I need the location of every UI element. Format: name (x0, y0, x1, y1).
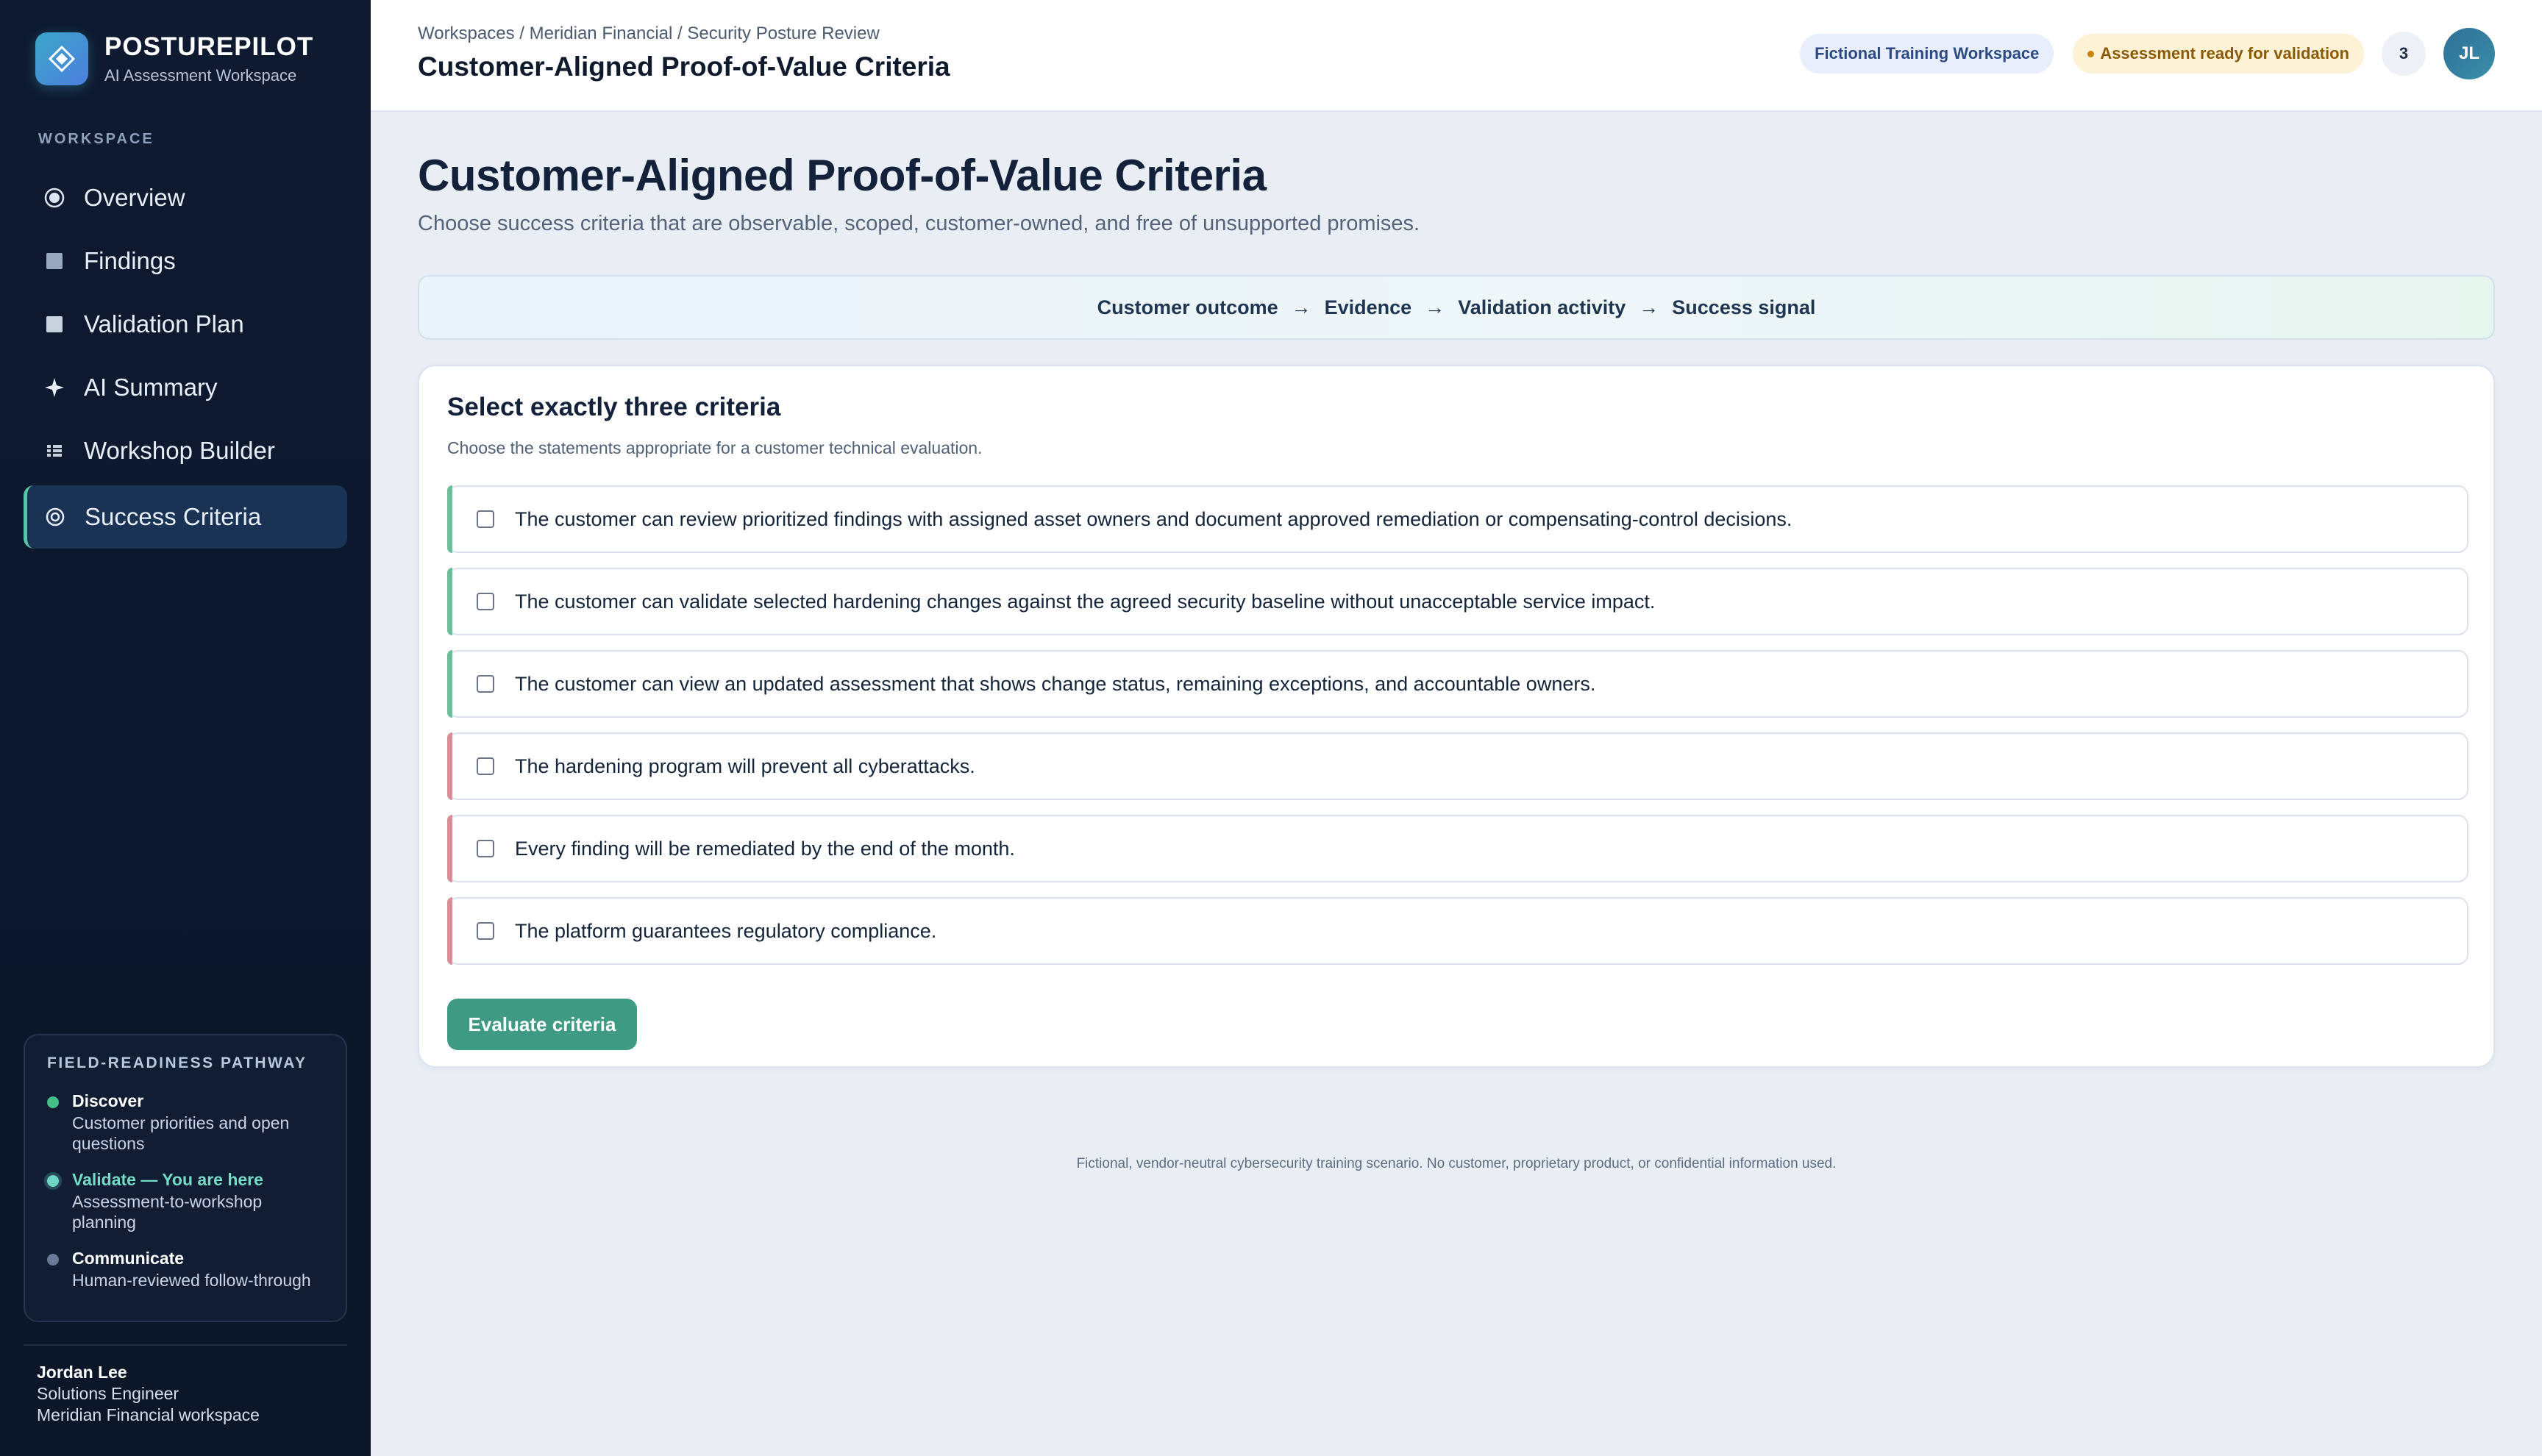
criteria-option-label: The customer can review prioritized find… (515, 507, 1792, 530)
checkbox[interactable] (477, 922, 494, 940)
sidebar-item-label: AI Summary (84, 374, 218, 401)
pathway-step-validate: Validate — You are here Assessment-to-wo… (47, 1170, 324, 1232)
checkbox[interactable] (477, 675, 494, 693)
sidebar-item-label: Findings (84, 247, 176, 274)
step-title: Validate — You are here (72, 1170, 263, 1189)
criteria-flow-banner: Customer outcome → Evidence → Validation… (418, 275, 2495, 340)
arrow-right-icon: → (1425, 296, 1445, 318)
criteria-option[interactable]: The customer can review prioritized find… (447, 485, 2468, 553)
status-badge[interactable]: Assessment ready for validation (2073, 34, 2364, 74)
page-title: Customer-Aligned Proof-of-Value Criteria (418, 151, 1267, 200)
target-icon (42, 504, 68, 530)
breadcrumb[interactable]: Workspaces / Meridian Financial / Securi… (418, 24, 880, 44)
flow-step: Customer outcome (1097, 296, 1278, 318)
checkbox[interactable] (477, 840, 494, 857)
criteria-option-label: The customer can validate selected harde… (515, 590, 1656, 613)
sparkle-icon (41, 374, 68, 401)
sidebar-item-label: Overview (84, 184, 185, 211)
criteria-option-label: Every finding will be remediated by the … (515, 837, 1015, 860)
arrow-right-icon: → (1291, 296, 1311, 318)
page-subtitle: Choose success criteria that are observa… (418, 212, 1420, 235)
criteria-option[interactable]: The customer can view an updated assessm… (447, 650, 2468, 718)
workspace-chip[interactable]: Fictional Training Workspace (1800, 34, 2054, 74)
criteria-card: Select exactly three criteria Choose the… (418, 365, 2495, 1068)
arrow-right-icon: → (1639, 296, 1659, 318)
pathway-step-discover: Discover Customer priorities and open qu… (47, 1091, 324, 1154)
top-bar: Workspaces / Meridian Financial / Securi… (371, 0, 2542, 112)
sidebar-item-overview[interactable]: Overview (24, 166, 347, 229)
checkbox[interactable] (477, 757, 494, 775)
divider (24, 1344, 347, 1346)
user-workspace: Meridian Financial workspace (37, 1405, 260, 1424)
step-complete-dot (47, 1096, 59, 1108)
pathway-title: FIELD-READINESS PATHWAY (47, 1054, 307, 1071)
square-icon (41, 248, 68, 274)
flow-step: Evidence (1324, 296, 1412, 318)
brand-subtitle: AI Assessment Workspace (104, 66, 297, 85)
checkbox[interactable] (477, 593, 494, 610)
criteria-option[interactable]: The customer can validate selected harde… (447, 568, 2468, 635)
checkbox[interactable] (477, 510, 494, 528)
criteria-option-label: The customer can view an updated assessm… (515, 672, 1596, 695)
step-description: Human-reviewed follow-through (72, 1271, 311, 1290)
status-dot-icon (2087, 50, 2095, 57)
card-subtitle: Choose the statements appropriate for a … (447, 438, 983, 457)
step-description: Customer priorities and open questions (72, 1113, 290, 1153)
criteria-option[interactable]: Every finding will be remediated by the … (447, 815, 2468, 882)
sidebar-nav: Overview Findings Validation Plan AI Sum… (24, 166, 347, 549)
flow-step: Validation activity (1458, 296, 1626, 318)
pathway-step-communicate: Communicate Human-reviewed follow-throug… (47, 1249, 324, 1291)
step-title: Communicate (72, 1249, 185, 1268)
brand[interactable]: POSTUREPILOT AI Assessment Workspace (35, 32, 313, 85)
flow-step: Success signal (1672, 296, 1816, 318)
step-current-dot (47, 1175, 59, 1187)
evaluate-criteria-button[interactable]: Evaluate criteria (447, 999, 637, 1050)
sidebar-item-ai-summary[interactable]: AI Summary (24, 356, 347, 419)
user-role: Solutions Engineer (37, 1384, 179, 1403)
header-title: Customer-Aligned Proof-of-Value Criteria (418, 51, 950, 82)
footer-disclaimer: Fictional, vendor-neutral cybersecurity … (1076, 1156, 1837, 1171)
logo-icon (35, 32, 88, 85)
avatar[interactable]: JL (2443, 28, 2495, 79)
card-title: Select exactly three criteria (447, 393, 781, 421)
user-profile[interactable]: Jordan Lee Solutions Engineer Meridian F… (37, 1362, 260, 1426)
step-description: Assessment-to-workshop planning (72, 1192, 263, 1232)
status-badge-label: Assessment ready for validation (2100, 44, 2349, 63)
square-icon (41, 311, 68, 338)
notification-count[interactable]: 3 (2382, 32, 2426, 76)
workspace-section-label: WORKSPACE (38, 131, 154, 147)
brand-name: POSTUREPILOT (104, 32, 314, 61)
sidebar-item-workshop-builder[interactable]: Workshop Builder (24, 419, 347, 482)
criteria-option[interactable]: The platform guarantees regulatory compl… (447, 897, 2468, 965)
user-name: Jordan Lee (37, 1363, 127, 1382)
criteria-option-label: The platform guarantees regulatory compl… (515, 919, 937, 942)
sidebar-item-label: Success Criteria (85, 503, 262, 530)
sidebar-item-validation-plan[interactable]: Validation Plan (24, 293, 347, 356)
sidebar: POSTUREPILOT AI Assessment Workspace WOR… (0, 0, 371, 1456)
criteria-option[interactable]: The hardening program will prevent all c… (447, 732, 2468, 800)
criteria-options: The customer can review prioritized find… (447, 485, 2468, 979)
grid-icon (41, 438, 68, 464)
criteria-option-label: The hardening program will prevent all c… (515, 754, 975, 777)
radio-circle-icon (41, 185, 68, 211)
header-actions: Fictional Training Workspace Assessment … (1800, 28, 2495, 79)
sidebar-item-success-criteria[interactable]: Success Criteria (24, 485, 347, 549)
step-title: Discover (72, 1091, 144, 1110)
step-pending-dot (47, 1254, 59, 1266)
sidebar-item-label: Validation Plan (84, 310, 244, 338)
sidebar-item-findings[interactable]: Findings (24, 229, 347, 293)
field-readiness-pathway: FIELD-READINESS PATHWAY Discover Custome… (24, 1034, 347, 1322)
sidebar-item-label: Workshop Builder (84, 437, 275, 464)
